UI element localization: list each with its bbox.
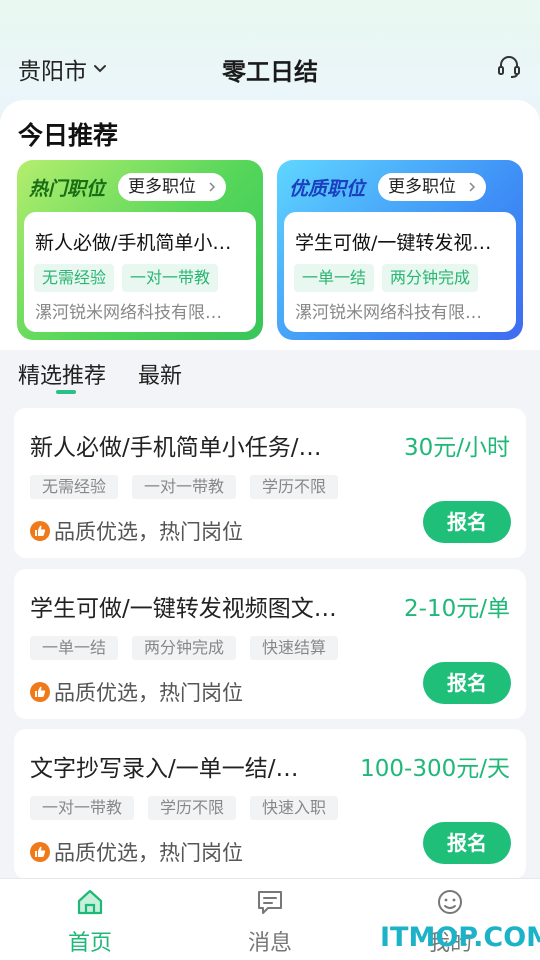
- job-tags: 无需经验 一对一带教 学历不限: [30, 475, 339, 499]
- hot-text: 品质优选，热门岗位: [54, 520, 243, 544]
- job-price: 2-10元/单: [404, 596, 510, 622]
- tab-featured[interactable]: 精选推荐: [18, 358, 106, 394]
- hot-badge-row: 品质优选，热门岗位: [30, 837, 243, 867]
- promo-company: 漯河锐米网络科技有限…: [35, 303, 222, 323]
- list-tabs: 精选推荐 最新: [18, 358, 182, 394]
- chevron-right-icon: [209, 182, 216, 192]
- more-jobs-button[interactable]: 更多职位: [118, 173, 226, 201]
- job-card[interactable]: 文字抄写录入/一单一结/… 100-300元/天 一对一带教 学历不限 快速入职…: [14, 729, 526, 879]
- more-jobs-label: 更多职位: [128, 177, 196, 197]
- today-section: 今日推荐 热门职位 更多职位 新人必做/手机简单小… 无需经验 一对一带教 漯河…: [0, 100, 540, 350]
- job-card[interactable]: 新人必做/手机简单小任务/… 30元/小时 无需经验 一对一带教 学历不限 品质…: [14, 408, 526, 558]
- more-jobs-label: 更多职位: [388, 177, 456, 197]
- tag: 两分钟完成: [132, 636, 237, 660]
- promo-company: 漯河锐米网络科技有限…: [295, 303, 482, 323]
- thumbs-up-icon: [30, 682, 50, 702]
- tag: 快速结算: [250, 636, 339, 660]
- home-icon: [77, 889, 103, 915]
- promo-tags: 一单一结 两分钟完成: [294, 264, 479, 292]
- job-tags: 一对一带教 学历不限 快速入职: [30, 796, 339, 820]
- job-price: 100-300元/天: [360, 756, 510, 782]
- customer-service-icon[interactable]: [496, 54, 522, 80]
- nav-home[interactable]: 首页: [0, 879, 180, 960]
- promo-job-title: 学生可做/一键转发视…: [295, 232, 492, 254]
- watermark-text: ITMOP.COM: [380, 922, 540, 953]
- apply-button[interactable]: 报名: [423, 501, 511, 543]
- job-price: 30元/小时: [403, 435, 510, 461]
- today-title: 今日推荐: [18, 121, 119, 150]
- page-title: 零工日结: [222, 58, 318, 86]
- promo-label: 优质职位: [289, 178, 366, 200]
- job-title: 新人必做/手机简单小任务/…: [30, 435, 322, 461]
- hot-text: 品质优选，热门岗位: [54, 841, 243, 865]
- promo-job-card[interactable]: 新人必做/手机简单小… 无需经验 一对一带教 漯河锐米网络科技有限…: [24, 212, 256, 332]
- tag: 学历不限: [250, 475, 339, 499]
- hot-badge-row: 品质优选，热门岗位: [30, 677, 243, 707]
- more-jobs-button[interactable]: 更多职位: [378, 173, 486, 201]
- tab-latest[interactable]: 最新: [138, 358, 182, 390]
- tag: 快速入职: [250, 796, 339, 820]
- thumbs-up-icon: [30, 521, 50, 541]
- tag: 学历不限: [148, 796, 237, 820]
- nav-messages[interactable]: 消息: [180, 879, 360, 960]
- nav-label: 首页: [67, 931, 112, 956]
- job-card[interactable]: 学生可做/一键转发视频图文… 2-10元/单 一单一结 两分钟完成 快速结算 品…: [14, 569, 526, 719]
- apply-button[interactable]: 报名: [423, 662, 511, 704]
- profile-icon: [438, 890, 462, 914]
- thumbs-up-icon: [30, 842, 50, 862]
- job-title: 学生可做/一键转发视频图文…: [30, 596, 337, 622]
- promo-tags: 无需经验 一对一带教: [34, 264, 219, 292]
- job-title: 文字抄写录入/一单一结/…: [30, 756, 299, 782]
- tag: 一对一带教: [30, 796, 135, 820]
- promo-label: 热门职位: [29, 178, 106, 200]
- apply-button[interactable]: 报名: [423, 822, 511, 864]
- job-tags: 一单一结 两分钟完成 快速结算: [30, 636, 339, 660]
- message-icon: [258, 891, 282, 914]
- hot-jobs-card[interactable]: 热门职位 更多职位 新人必做/手机简单小… 无需经验 一对一带教 漯河锐米网络科…: [17, 160, 263, 340]
- tag: 两分钟完成: [382, 264, 479, 292]
- tag: 一单一结: [30, 636, 119, 660]
- promo-job-card[interactable]: 学生可做/一键转发视… 一单一结 两分钟完成 漯河锐米网络科技有限…: [284, 212, 516, 332]
- top-header: 贵阳市 零工日结: [0, 0, 540, 110]
- tag: 无需经验: [30, 475, 119, 499]
- chevron-right-icon: [469, 182, 476, 192]
- quality-jobs-card[interactable]: 优质职位 更多职位 学生可做/一键转发视… 一单一结 两分钟完成 漯河锐米网络科…: [277, 160, 523, 340]
- tag: 一对一带教: [122, 264, 219, 292]
- tag: 一单一结: [294, 264, 375, 292]
- nav-label: 消息: [247, 931, 292, 956]
- tag: 无需经验: [34, 264, 115, 292]
- hot-text: 品质优选，热门岗位: [54, 681, 243, 705]
- tag: 一对一带教: [132, 475, 237, 499]
- promo-job-title: 新人必做/手机简单小…: [35, 232, 232, 254]
- hot-badge-row: 品质优选，热门岗位: [30, 516, 243, 546]
